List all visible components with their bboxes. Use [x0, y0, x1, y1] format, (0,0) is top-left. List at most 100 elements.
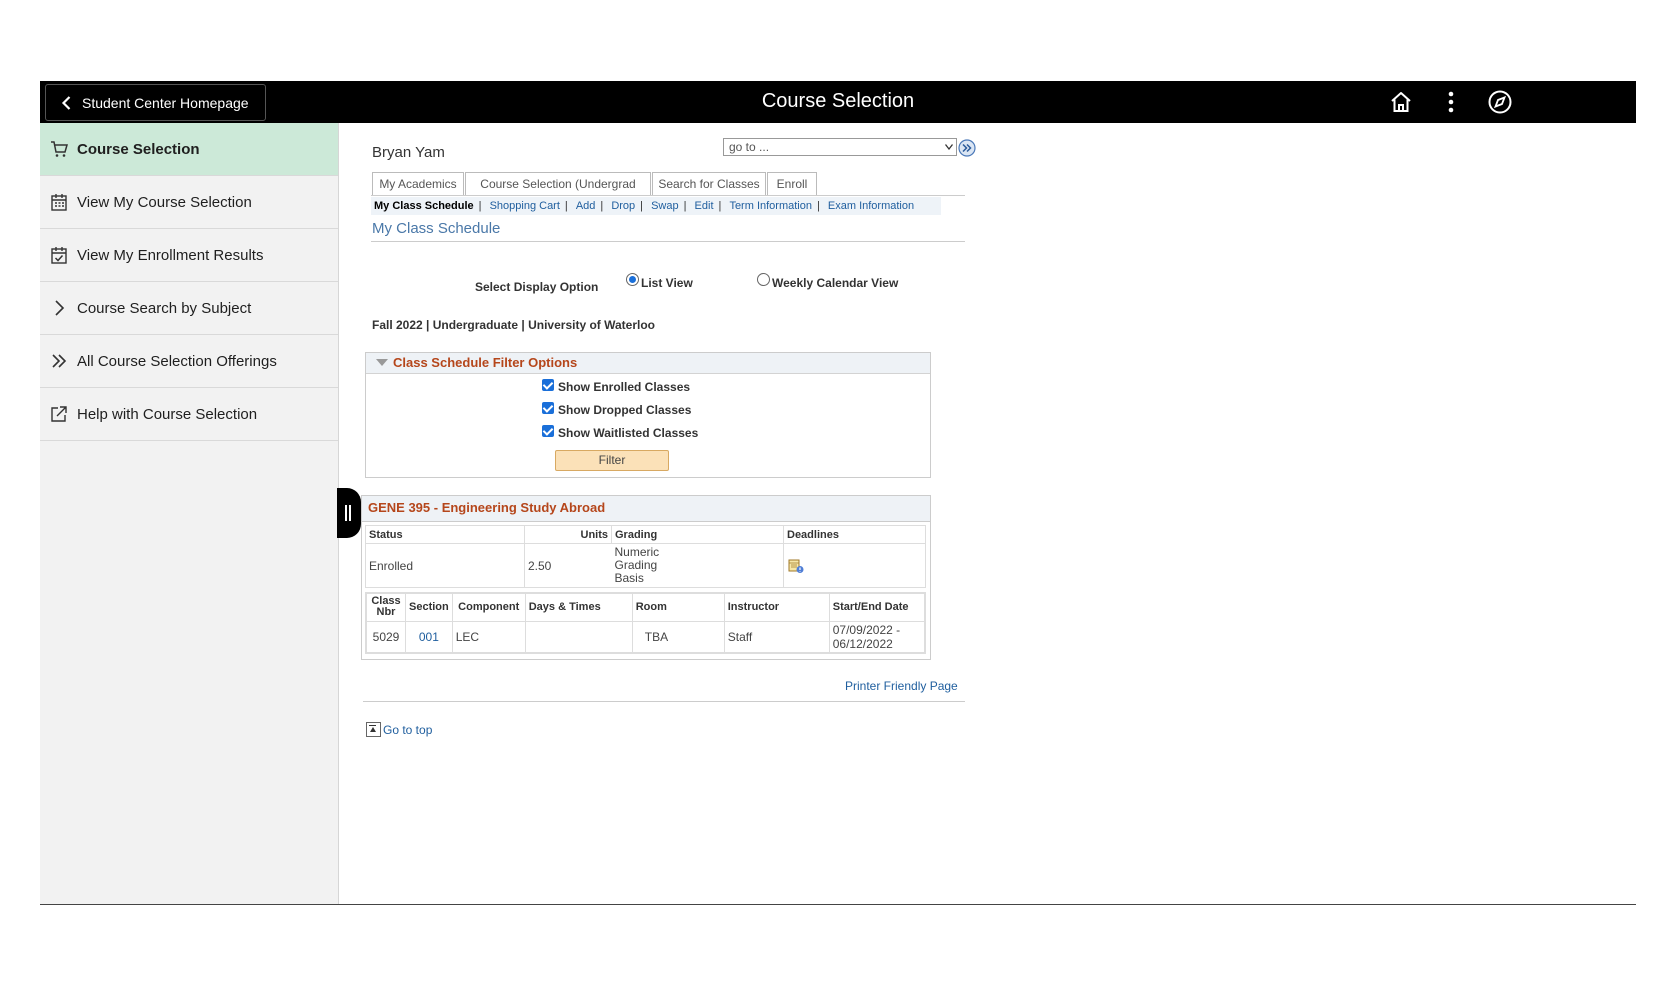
col-days-times: Days & Times	[524, 592, 633, 622]
subnav-my-class-schedule[interactable]: My Class Schedule	[374, 200, 474, 212]
go-to-top-label: Go to top	[383, 723, 433, 737]
col-status: Status	[365, 525, 525, 544]
chevron-right-icon	[55, 300, 65, 316]
radio-list-view-label[interactable]: List View	[641, 276, 693, 290]
cell-units: 2.50	[524, 543, 612, 588]
sidebar-item-label: All Course Selection Offerings	[77, 352, 277, 370]
section-link[interactable]: 001	[419, 630, 439, 644]
cell-grading: Numeric Grading Basis	[611, 543, 784, 588]
sidebar-item-course-selection[interactable]: Course Selection	[40, 123, 338, 176]
term-info: Fall 2022 | Undergraduate | University o…	[372, 318, 656, 332]
tab-search-for-classes[interactable]: Search for Classes	[652, 172, 766, 196]
col-grading: Grading	[611, 525, 784, 544]
app-frame: Student Center Homepage Course Selection…	[40, 81, 1636, 905]
col-class-nbr: Class Nbr	[365, 592, 406, 622]
title-divider	[371, 241, 965, 242]
sidebar-item-label: View My Course Selection	[77, 193, 252, 211]
double-chevron-right-icon	[52, 354, 67, 368]
header-bar: Student Center Homepage Course Selection	[40, 81, 1636, 123]
col-units: Units	[524, 525, 612, 544]
chevron-down-icon	[945, 144, 953, 150]
checkbox-show-dropped-label: Show Dropped Classes	[558, 403, 692, 417]
radio-weekly-calendar-view[interactable]	[757, 273, 770, 286]
checkbox-show-waitlisted[interactable]	[542, 425, 554, 437]
collapse-triangle-icon	[376, 359, 388, 366]
deadlines-calendar-icon[interactable]	[788, 558, 804, 574]
tab-my-academics[interactable]: My Academics	[372, 172, 464, 196]
table-row: 5029 001 LEC TBA Staff 07/09/2022 - 06/1…	[365, 620, 926, 654]
page-title: My Class Schedule	[372, 220, 501, 237]
cart-icon	[51, 141, 68, 157]
printer-friendly-link[interactable]: Printer Friendly Page	[845, 679, 958, 693]
table-header-row: Status Units Grading Deadlines	[365, 525, 926, 544]
col-deadlines: Deadlines	[783, 525, 926, 544]
subnav-term-information[interactable]: Term Information	[729, 200, 812, 212]
sidebar-item-all-course-selection-offerings[interactable]: All Course Selection Offerings	[40, 335, 338, 388]
sidebar-item-label: View My Enrollment Results	[77, 246, 264, 264]
sidebar-item-label: Course Search by Subject	[77, 299, 252, 317]
subnav-add[interactable]: Add	[576, 200, 596, 212]
filter-button[interactable]: Filter	[555, 450, 669, 471]
compass-icon[interactable]	[1487, 89, 1513, 115]
class-panel: GENE 395 - Engineering Study Abroad Stat…	[361, 495, 931, 660]
calendar-check-icon	[51, 247, 67, 264]
checkbox-show-enrolled[interactable]	[542, 379, 554, 391]
display-option-label: Select Display Option	[475, 280, 599, 294]
cell-component: LEC	[451, 620, 526, 654]
tab-enroll[interactable]: Enroll	[767, 172, 817, 196]
bottom-divider	[363, 701, 965, 702]
arrow-to-top-icon	[366, 722, 381, 737]
sidebar-item-label: Course Selection	[77, 140, 200, 158]
sidebar-item-view-my-course-selection[interactable]: View My Course Selection	[40, 176, 338, 229]
sidebar-item-course-search-by-subject[interactable]: Course Search by Subject	[40, 282, 338, 335]
col-instructor: Instructor	[723, 592, 830, 622]
subnav-swap[interactable]: Swap	[651, 200, 679, 212]
checkbox-show-enrolled-label: Show Enrolled Classes	[558, 380, 691, 394]
subnav-edit[interactable]: Edit	[695, 200, 714, 212]
home-icon[interactable]	[1388, 89, 1414, 115]
subnav-exam-information[interactable]: Exam Information	[828, 200, 914, 212]
class-sections-table: Class Nbr Section Component Days & Times…	[365, 592, 926, 654]
go-to-top-link[interactable]: Go to top	[366, 722, 432, 737]
cell-section: 001	[405, 620, 453, 654]
checkbox-show-dropped[interactable]	[542, 402, 554, 414]
student-name: Bryan Yam	[372, 144, 445, 161]
table-header-row: Class Nbr Section Component Days & Times…	[365, 592, 926, 622]
goto-select[interactable]: go to ...	[723, 138, 957, 156]
subnav-shopping-cart[interactable]: Shopping Cart	[490, 200, 560, 212]
cell-deadlines	[783, 543, 926, 588]
sidebar-item-help-with-course-selection[interactable]: Help with Course Selection	[40, 388, 338, 441]
cell-room: TBA	[631, 620, 725, 654]
cell-status: Enrolled	[365, 543, 525, 588]
col-section: Section	[405, 592, 453, 622]
checkbox-show-waitlisted-label: Show Waitlisted Classes	[558, 426, 699, 440]
class-title: GENE 395 - Engineering Study Abroad	[368, 500, 606, 515]
col-component: Component	[451, 592, 526, 622]
class-summary-table: Status Units Grading Deadlines Enrolled …	[365, 525, 926, 588]
calendar-icon	[51, 194, 67, 211]
cell-days-times	[524, 620, 633, 654]
subnav-drop[interactable]: Drop	[611, 200, 635, 212]
grading-text: Numeric Grading Basis	[614, 545, 660, 585]
tabs-divider	[371, 195, 965, 196]
more-vert-icon[interactable]	[1438, 89, 1464, 115]
sidebar-item-label: Help with Course Selection	[77, 405, 258, 423]
col-start-end-date: Start/End Date	[828, 592, 926, 622]
tab-course-selection-undergrad[interactable]: Course Selection (Undergrad only)	[465, 172, 651, 213]
subnav-bar: My Class Schedule | Shopping Cart | Add | D…	[371, 197, 941, 215]
date-range: 07/09/2022 - 06/12/2022	[832, 622, 901, 651]
table-row: Enrolled 2.50 Numeric Grading Basis	[365, 543, 926, 588]
radio-weekly-calendar-view-label[interactable]: Weekly Calendar View	[772, 276, 898, 290]
goto-go-icon[interactable]	[958, 139, 976, 157]
cell-class-nbr: 5029	[365, 620, 406, 654]
sidebar: Course Selection View My Course Selectio…	[40, 123, 339, 904]
sidebar-item-view-my-enrollment-results[interactable]: View My Enrollment Results	[40, 229, 338, 282]
cell-start-end-date: 07/09/2022 - 06/12/2022	[828, 620, 926, 654]
external-link-icon	[51, 406, 67, 422]
main-content: Bryan Yam go to ... My Academics Course …	[339, 123, 1636, 904]
radio-list-view[interactable]	[626, 273, 639, 286]
col-room: Room	[631, 592, 725, 622]
goto-select-value: go to ...	[729, 140, 770, 154]
cell-instructor: Staff	[723, 620, 830, 654]
filter-options-header[interactable]: Class Schedule Filter Options	[366, 353, 930, 374]
